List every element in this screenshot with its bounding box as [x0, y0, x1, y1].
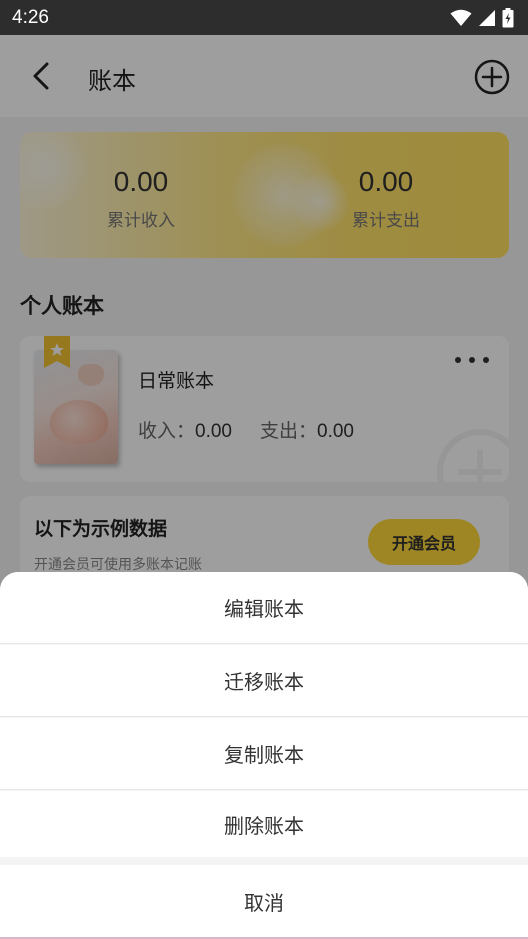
status-bar: 4:26 [0, 0, 528, 35]
battery-icon [502, 7, 514, 27]
status-icons [450, 7, 514, 28]
action-sheet: 编辑账本 迁移账本 复制账本 删除账本 取消 [0, 572, 528, 939]
copy-book-button[interactable]: 复制账本 [0, 718, 528, 790]
signal-icon [479, 9, 495, 26]
wifi-icon [450, 9, 472, 26]
delete-book-button[interactable]: 删除账本 [0, 791, 528, 857]
edit-book-button[interactable]: 编辑账本 [0, 572, 528, 644]
status-time: 4:26 [12, 6, 49, 28]
screen: 4:26 账本 0.00 累计收入 0.00 累计支出 个人账本 日常账本 收入… [0, 0, 528, 939]
cancel-button[interactable]: 取消 [0, 865, 528, 937]
migrate-book-button[interactable]: 迁移账本 [0, 645, 528, 717]
